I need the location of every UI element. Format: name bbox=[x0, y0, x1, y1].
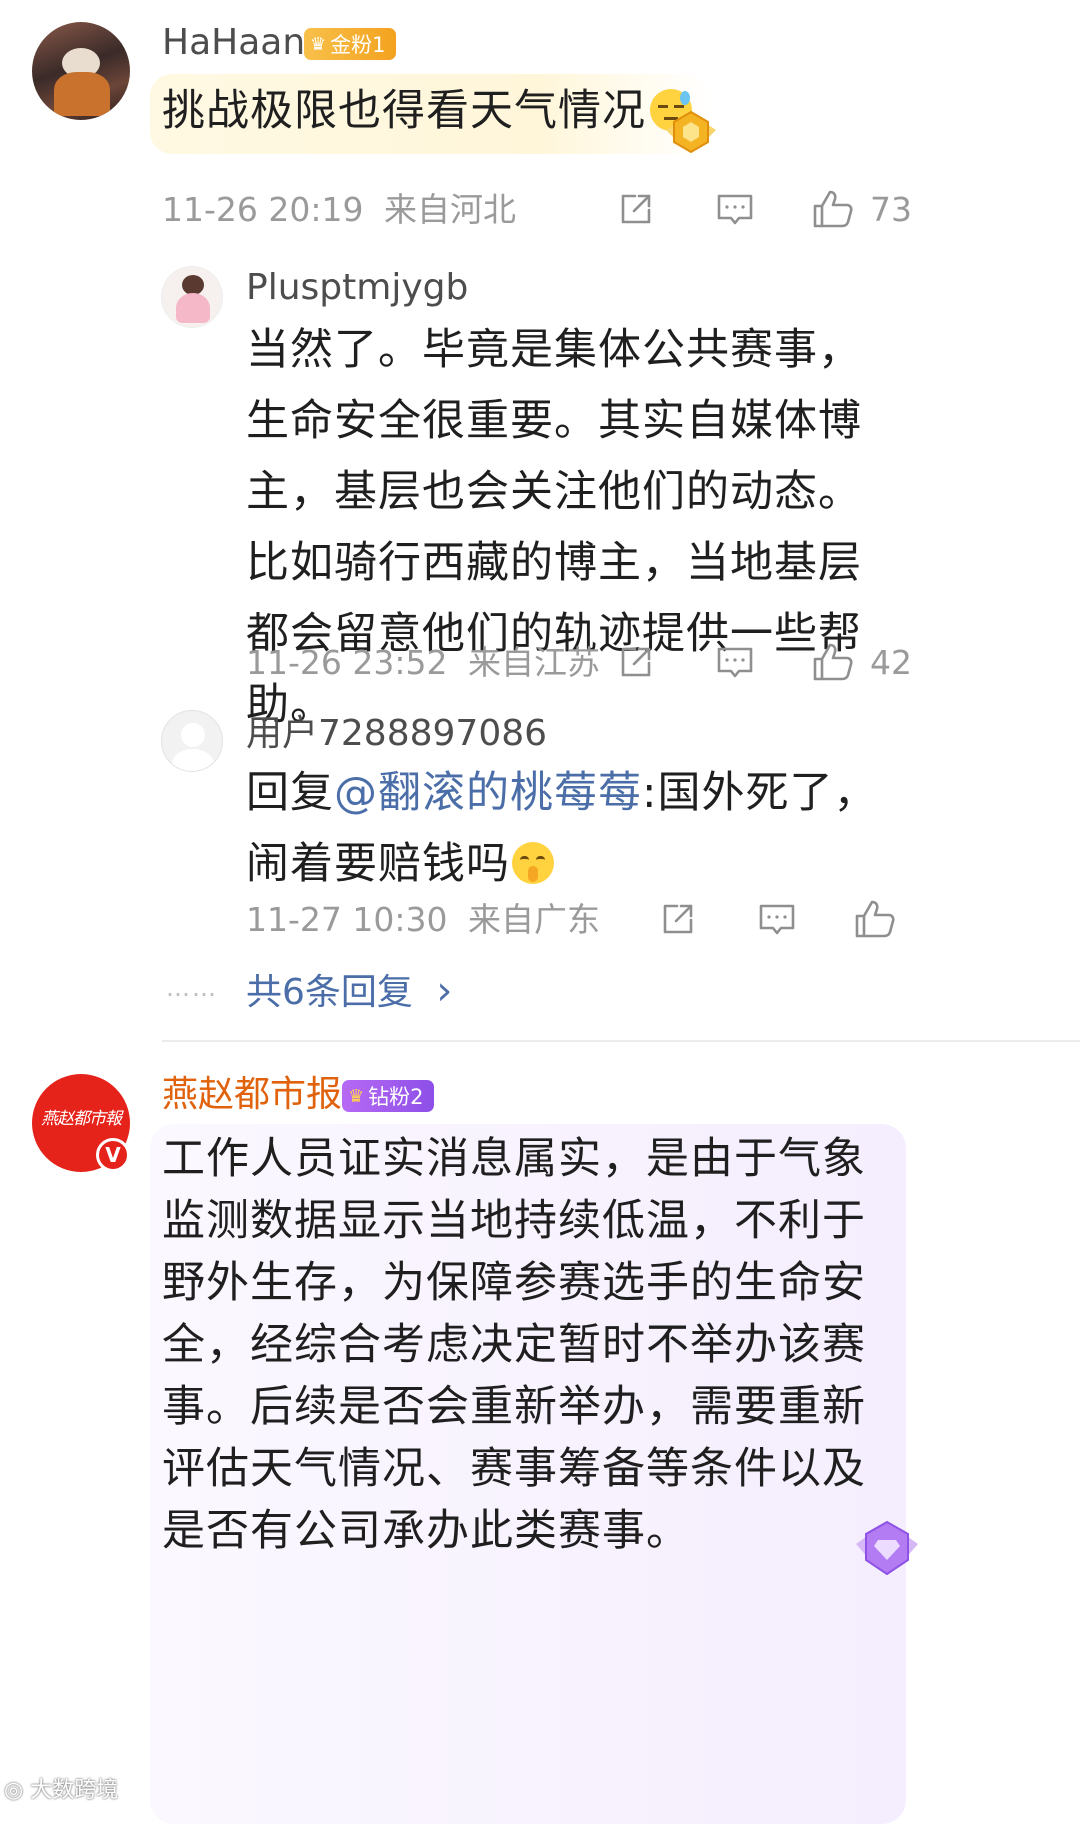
comment-icon bbox=[717, 647, 753, 678]
comment-username[interactable]: 燕赵都市报 bbox=[162, 1072, 342, 1118]
reply-share-button[interactable] bbox=[659, 900, 697, 938]
avatar-default-user[interactable] bbox=[161, 710, 223, 772]
comment-icon bbox=[717, 194, 753, 225]
share-icon bbox=[621, 647, 651, 677]
thumbs-up-icon bbox=[813, 190, 853, 228]
watermark-logo-icon: ◎ bbox=[4, 1778, 24, 1803]
diamond-badge-icon bbox=[852, 1516, 922, 1580]
fan-badge[interactable]: ♛ 钻粉2 bbox=[342, 1080, 434, 1112]
mention-link[interactable]: @翻滚的桃莓莓 bbox=[334, 768, 642, 818]
avatar-hahaan[interactable] bbox=[32, 22, 130, 120]
reply-username[interactable]: 用户7288897086 bbox=[246, 712, 547, 756]
share-icon bbox=[663, 904, 693, 934]
crown-icon: ♛ bbox=[310, 33, 327, 55]
more-replies-dots: …… bbox=[166, 974, 218, 1002]
reply-meta: 11-27 10:30 来自广东 bbox=[246, 900, 600, 940]
reply-location: 来自江苏 bbox=[467, 643, 600, 682]
crown-icon: ♛ bbox=[348, 1085, 365, 1107]
reply-like-button[interactable]: 42 bbox=[812, 641, 912, 683]
share-icon bbox=[621, 194, 651, 224]
watermark-text: 大数跨境 bbox=[30, 1778, 119, 1803]
comment-icon bbox=[759, 904, 795, 935]
comment-text: 挑战极限也得看天气情况 bbox=[162, 76, 692, 147]
gold-medal-icon bbox=[662, 108, 720, 160]
share-button[interactable] bbox=[617, 190, 655, 228]
comment-time: 11-26 20:19 bbox=[162, 190, 364, 229]
fan-badge-label: 金粉1 bbox=[330, 33, 386, 57]
thumbs-up-icon bbox=[855, 900, 895, 938]
fan-badge[interactable]: ♛ 金粉1 bbox=[304, 28, 396, 60]
comment-username[interactable]: HaHaan- bbox=[162, 20, 318, 66]
reply-time: 11-27 10:30 bbox=[246, 900, 448, 939]
reply-location: 来自广东 bbox=[467, 900, 600, 939]
comment-text: 工作人员证实消息属实，是由于气象监测数据显示当地持续低温，不利于野外生存，为保障… bbox=[162, 1134, 866, 1556]
avatar-plusptmjygb[interactable] bbox=[161, 266, 223, 328]
like-count: 42 bbox=[870, 642, 912, 682]
reply-username[interactable]: Plusptmjygb bbox=[246, 266, 468, 310]
like-count: 73 bbox=[870, 189, 912, 229]
more-replies-link[interactable]: 共6条回复 › bbox=[246, 968, 452, 1016]
comment-location: 来自河北 bbox=[383, 190, 516, 229]
watermark: ◎ 大数跨境 bbox=[4, 1772, 118, 1804]
comment-meta: 11-26 20:19 来自河北 bbox=[162, 190, 516, 230]
comment-divider bbox=[162, 1040, 1080, 1042]
avatar-logo-text: 燕赵都市報 bbox=[41, 1109, 122, 1129]
reply-meta: 11-26 23:52 来自江苏 bbox=[246, 643, 600, 683]
reply-like-button[interactable] bbox=[854, 898, 896, 940]
like-button[interactable]: 73 bbox=[812, 188, 912, 230]
thumbs-up-icon bbox=[813, 643, 853, 681]
shush-emoji-icon bbox=[512, 842, 554, 884]
reply-reply-button[interactable] bbox=[715, 643, 755, 683]
reply-prefix: 回复 bbox=[246, 768, 334, 818]
fan-badge-label: 钻粉2 bbox=[368, 1085, 424, 1109]
reply-button[interactable] bbox=[715, 190, 755, 230]
reply-time: 11-26 23:52 bbox=[246, 643, 448, 682]
reply-text: 回复@翻滚的桃莓莓:国外死了，闹着要赔钱吗 bbox=[246, 758, 896, 900]
verified-v-icon: V bbox=[96, 1138, 130, 1172]
more-replies-label: 共6条回复 bbox=[246, 972, 413, 1013]
reply-share-button[interactable] bbox=[617, 643, 655, 681]
chevron-right-icon: › bbox=[436, 968, 453, 1014]
reply-reply-button[interactable] bbox=[757, 900, 797, 940]
